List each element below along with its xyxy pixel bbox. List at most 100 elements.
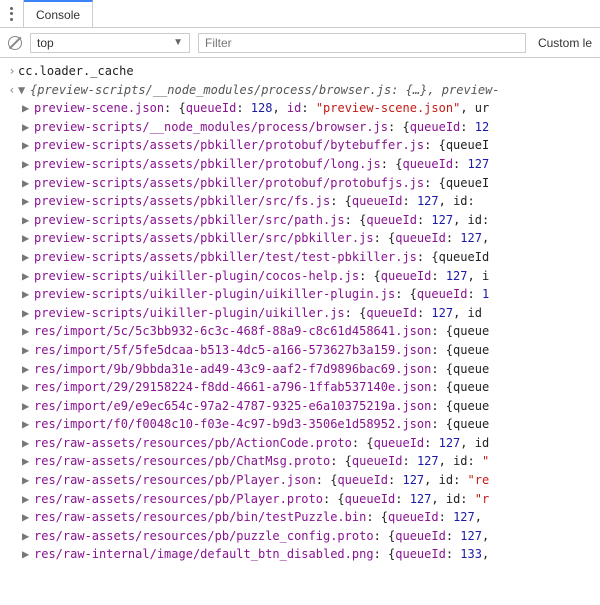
object-entry[interactable]: ▶preview-scripts/assets/pbkiller/protobu… xyxy=(12,136,600,155)
entry-key: preview-scripts/assets/pbkiller/src/fs.j… xyxy=(34,194,330,208)
entry-line: preview-scene.json: {queueId: 128, id: "… xyxy=(34,99,489,118)
expand-triangle-icon[interactable]: ▶ xyxy=(22,174,34,193)
entry-line: res/import/f0/f0048c10-f03e-4c97-b9d3-35… xyxy=(34,415,489,434)
object-entry[interactable]: ▶preview-scripts/uikiller-plugin/cocos-h… xyxy=(12,267,600,286)
entry-key: res/raw-assets/resources/pb/Player.json xyxy=(34,473,316,487)
object-entries: ▶preview-scene.json: {queueId: 128, id: … xyxy=(6,99,600,564)
console-result-summary[interactable]: ‹ ▼ {preview-scripts/__node_modules/proc… xyxy=(6,81,600,100)
object-entry[interactable]: ▶preview-scripts/assets/pbkiller/protobu… xyxy=(12,174,600,193)
object-entry[interactable]: ▶res/import/5f/5fe5dcaa-b513-4dc5-a166-5… xyxy=(12,341,600,360)
entry-key: preview-scripts/__node_modules/process/b… xyxy=(34,120,388,134)
expand-triangle-icon[interactable]: ▶ xyxy=(22,471,34,490)
entry-line: res/raw-internal/image/default_btn_disab… xyxy=(34,545,489,564)
expand-triangle-icon[interactable]: ▶ xyxy=(22,99,34,118)
entry-key: res/raw-internal/image/default_btn_disab… xyxy=(34,547,374,561)
object-entry[interactable]: ▶res/raw-assets/resources/pb/Player.json… xyxy=(12,471,600,490)
entry-line: res/raw-assets/resources/pb/puzzle_confi… xyxy=(34,527,489,546)
expand-triangle-icon[interactable]: ▶ xyxy=(22,415,34,434)
expand-triangle-icon[interactable]: ▶ xyxy=(22,397,34,416)
expand-triangle-icon[interactable]: ▶ xyxy=(22,341,34,360)
expand-triangle-icon[interactable]: ▶ xyxy=(22,527,34,546)
entry-line: preview-scripts/uikiller-plugin/uikiller… xyxy=(34,285,489,304)
expand-triangle-icon[interactable]: ▶ xyxy=(22,118,34,137)
object-entry[interactable]: ▶res/import/5c/5c3bb932-6c3c-468f-88a9-c… xyxy=(12,322,600,341)
entry-line: res/raw-assets/resources/pb/Player.json:… xyxy=(34,471,489,490)
object-entry[interactable]: ▶preview-scene.json: {queueId: 128, id: … xyxy=(12,99,600,118)
tab-label: Console xyxy=(36,8,80,22)
expand-triangle-icon[interactable]: ▶ xyxy=(22,229,34,248)
expand-triangle-icon[interactable]: ▶ xyxy=(22,192,34,211)
object-entry[interactable]: ▶res/raw-assets/resources/pb/bin/testPuz… xyxy=(12,508,600,527)
object-entry[interactable]: ▶res/raw-assets/resources/pb/Player.prot… xyxy=(12,490,600,509)
input-chevron-icon: › xyxy=(6,62,18,81)
entry-key: res/raw-assets/resources/pb/bin/testPuzz… xyxy=(34,510,366,524)
output-chevron-icon: ‹ xyxy=(6,81,18,100)
expand-triangle-icon[interactable]: ▶ xyxy=(22,452,34,471)
expand-triangle-icon[interactable]: ▶ xyxy=(22,136,34,155)
expand-triangle-icon[interactable]: ▶ xyxy=(22,155,34,174)
object-entry[interactable]: ▶res/import/29/29158224-f8dd-4661-a796-1… xyxy=(12,378,600,397)
console-filter-bar: top ▼ Custom le xyxy=(0,28,600,58)
entry-line: res/raw-assets/resources/pb/ActionCode.p… xyxy=(34,434,489,453)
expand-triangle-icon[interactable]: ▶ xyxy=(22,508,34,527)
log-levels-dropdown[interactable]: Custom le xyxy=(534,36,592,50)
expand-triangle-icon[interactable]: ▶ xyxy=(22,267,34,286)
object-entry[interactable]: ▶res/import/9b/9bbda31e-ad49-43c9-aaf2-f… xyxy=(12,360,600,379)
entry-line: res/raw-assets/resources/pb/bin/testPuzz… xyxy=(34,508,482,527)
expand-triangle-icon[interactable]: ▶ xyxy=(22,378,34,397)
entry-key: res/import/5f/5fe5dcaa-b513-4dc5-a166-57… xyxy=(34,343,431,357)
object-entry[interactable]: ▶preview-scripts/__node_modules/process/… xyxy=(12,118,600,137)
expand-triangle-icon[interactable]: ▶ xyxy=(22,545,34,564)
object-entry[interactable]: ▶res/import/f0/f0048c10-f03e-4c97-b9d3-3… xyxy=(12,415,600,434)
tab-console[interactable]: Console xyxy=(24,0,93,27)
entry-key: res/import/5c/5c3bb932-6c3c-468f-88a9-c8… xyxy=(34,324,431,338)
entry-key: preview-scripts/assets/pbkiller/test/tes… xyxy=(34,250,417,264)
object-entry[interactable]: ▶res/raw-assets/resources/pb/puzzle_conf… xyxy=(12,527,600,546)
filter-input[interactable] xyxy=(198,33,526,53)
object-entry[interactable]: ▶preview-scripts/assets/pbkiller/src/fs.… xyxy=(12,192,600,211)
entry-line: preview-scripts/assets/pbkiller/src/pbki… xyxy=(34,229,489,248)
expand-triangle-icon[interactable]: ▶ xyxy=(22,322,34,341)
clear-console-icon[interactable] xyxy=(8,36,22,50)
entry-line: res/raw-assets/resources/pb/Player.proto… xyxy=(34,490,489,509)
entry-line: preview-scripts/assets/pbkiller/src/path… xyxy=(34,211,489,230)
object-entry[interactable]: ▶res/raw-internal/image/default_btn_disa… xyxy=(12,545,600,564)
entry-line: preview-scripts/uikiller-plugin/cocos-he… xyxy=(34,267,489,286)
entry-line: preview-scripts/__node_modules/process/b… xyxy=(34,118,489,137)
object-entry[interactable]: ▶preview-scripts/assets/pbkiller/test/te… xyxy=(12,248,600,267)
expand-triangle-icon[interactable]: ▶ xyxy=(22,434,34,453)
expand-triangle-icon[interactable]: ▶ xyxy=(22,360,34,379)
object-entry[interactable]: ▶res/raw-assets/resources/pb/ChatMsg.pro… xyxy=(12,452,600,471)
entry-key: res/import/29/29158224-f8dd-4661-a796-1f… xyxy=(34,380,431,394)
entry-key: preview-scripts/assets/pbkiller/protobuf… xyxy=(34,176,424,190)
entry-line: preview-scripts/assets/pbkiller/protobuf… xyxy=(34,174,489,193)
object-entry[interactable]: ▶res/import/e9/e9ec654c-97a2-4787-9325-e… xyxy=(12,397,600,416)
more-menu-button[interactable] xyxy=(0,0,24,27)
object-entry[interactable]: ▶res/raw-assets/resources/pb/ActionCode.… xyxy=(12,434,600,453)
entry-key: preview-scripts/uikiller-plugin/uikiller… xyxy=(34,306,345,320)
object-entry[interactable]: ▶preview-scripts/uikiller-plugin/uikille… xyxy=(12,285,600,304)
context-selector[interactable]: top ▼ xyxy=(30,33,190,53)
entry-key: res/import/e9/e9ec654c-97a2-4787-9325-e6… xyxy=(34,399,431,413)
entry-key: preview-scene.json xyxy=(34,101,164,115)
entry-line: preview-scripts/assets/pbkiller/protobuf… xyxy=(34,136,489,155)
entry-line: preview-scripts/assets/pbkiller/src/fs.j… xyxy=(34,192,475,211)
entry-key: res/raw-assets/resources/pb/Player.proto xyxy=(34,492,323,506)
expand-triangle-icon[interactable]: ▶ xyxy=(22,304,34,323)
object-entry[interactable]: ▶preview-scripts/uikiller-plugin/uikille… xyxy=(12,304,600,323)
expand-triangle-icon[interactable]: ▶ xyxy=(22,490,34,509)
entry-key: preview-scripts/assets/pbkiller/protobuf… xyxy=(34,138,424,152)
object-entry[interactable]: ▶preview-scripts/assets/pbkiller/protobu… xyxy=(12,155,600,174)
entry-line: res/import/5f/5fe5dcaa-b513-4dc5-a166-57… xyxy=(34,341,489,360)
devtools-toolbar: Console xyxy=(0,0,600,28)
expand-triangle-icon[interactable]: ▶ xyxy=(22,211,34,230)
object-entry[interactable]: ▶preview-scripts/assets/pbkiller/src/pbk… xyxy=(12,229,600,248)
entry-line: res/import/29/29158224-f8dd-4661-a796-1f… xyxy=(34,378,489,397)
expand-triangle-icon[interactable]: ▼ xyxy=(18,81,30,100)
expand-triangle-icon[interactable]: ▶ xyxy=(22,285,34,304)
console-input-line: › cc.loader._cache xyxy=(6,62,600,81)
object-entry[interactable]: ▶preview-scripts/assets/pbkiller/src/pat… xyxy=(12,211,600,230)
expand-triangle-icon[interactable]: ▶ xyxy=(22,248,34,267)
input-expression: cc.loader._cache xyxy=(18,62,134,81)
entry-line: preview-scripts/assets/pbkiller/protobuf… xyxy=(34,155,489,174)
